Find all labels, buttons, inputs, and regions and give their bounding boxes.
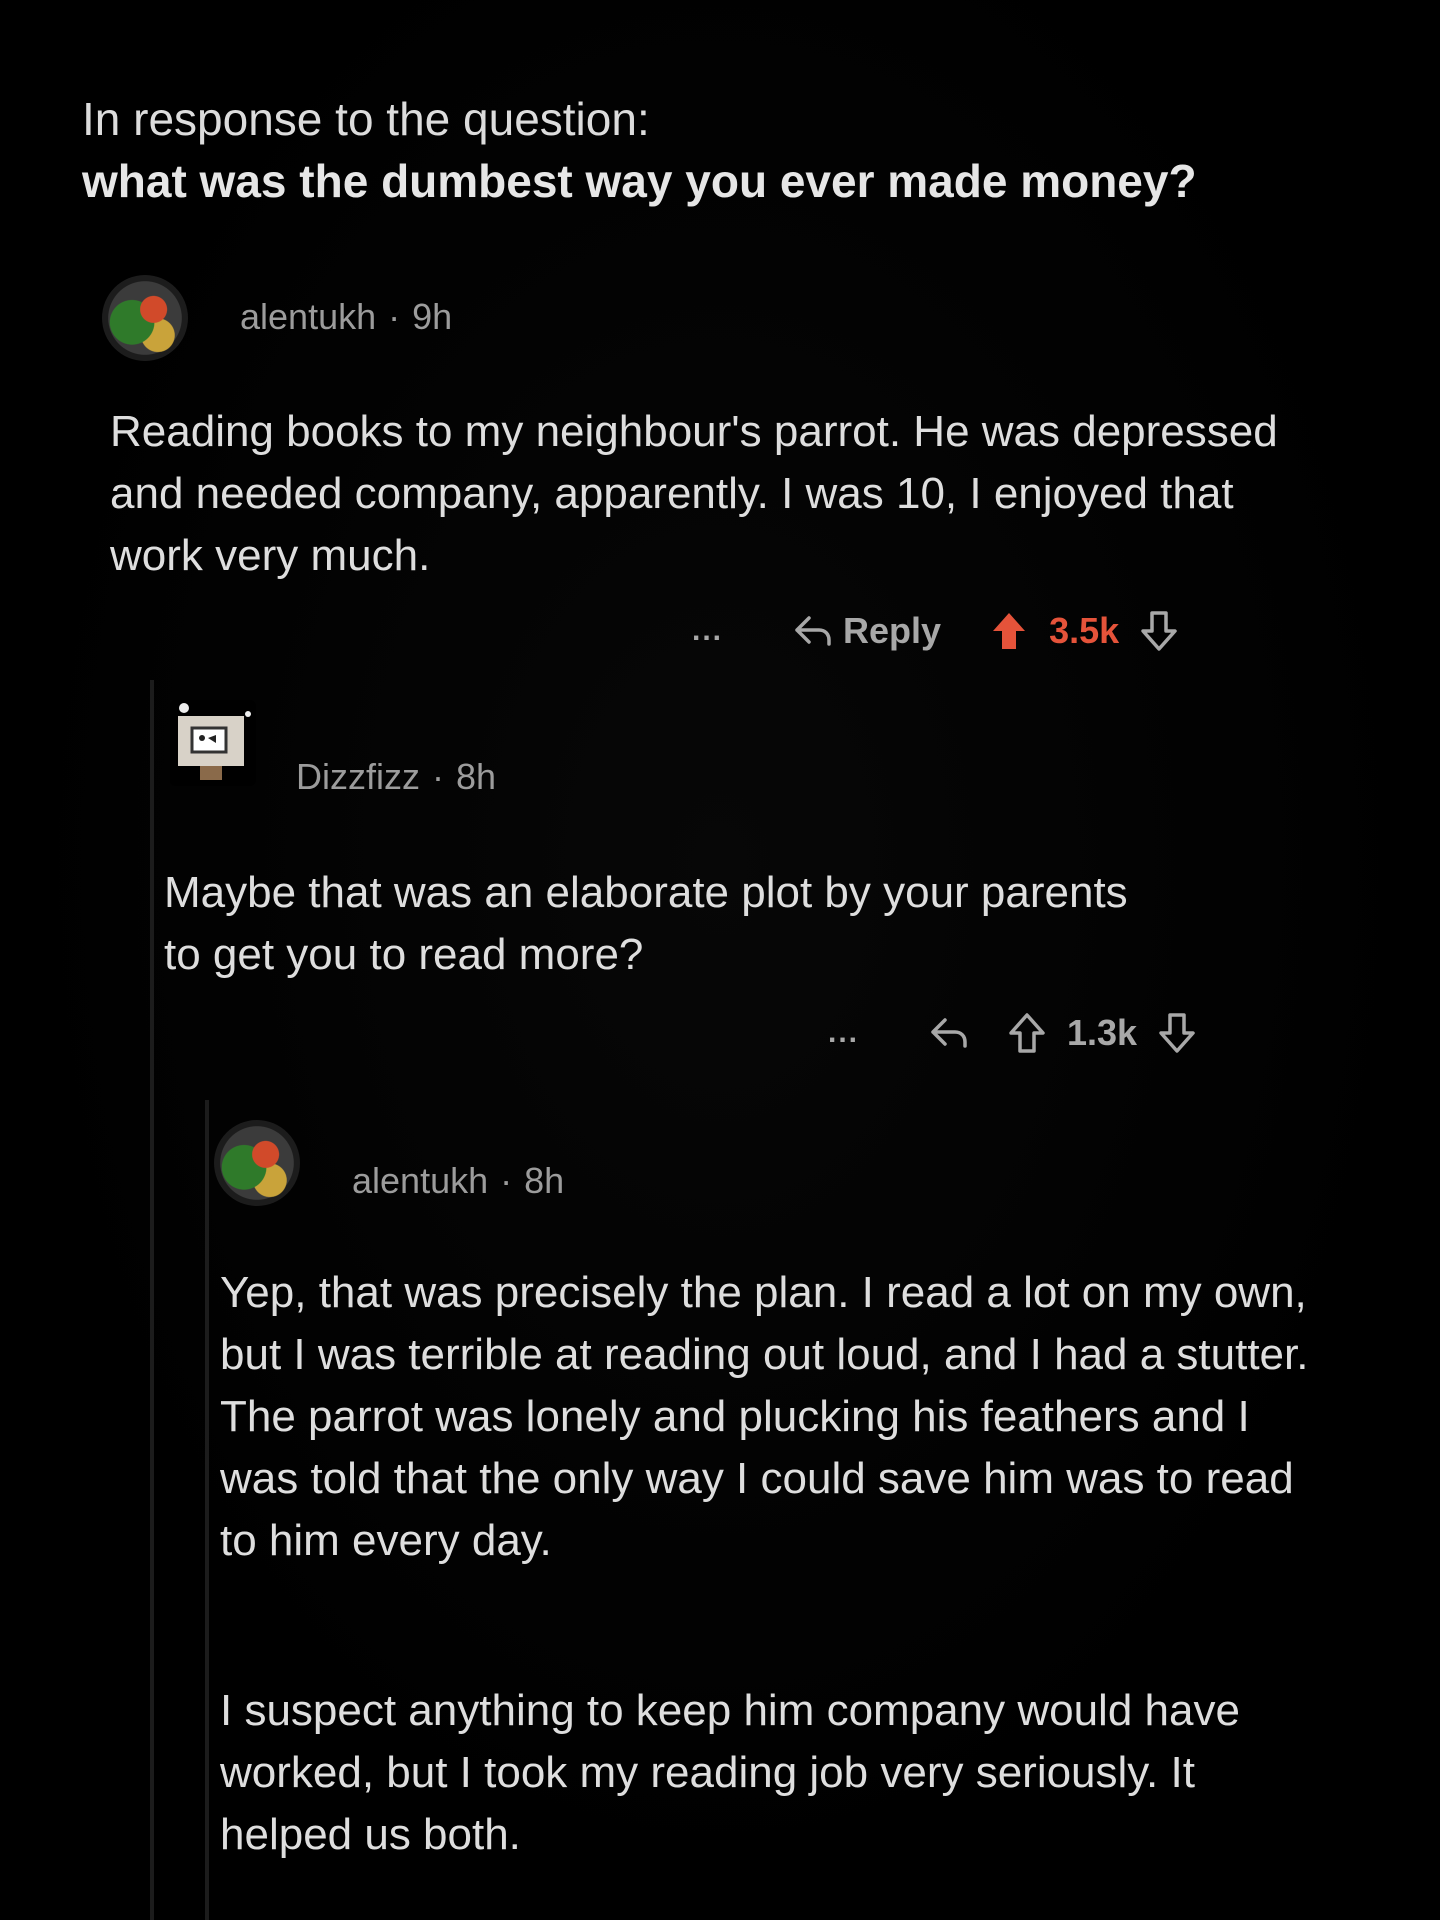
comment-meta: alentukh · 9h — [240, 296, 452, 338]
reply-arrow-icon — [929, 1016, 969, 1050]
screenshot-canvas: In response to the question: what was th… — [0, 0, 1440, 1920]
username[interactable]: Dizzfizz — [296, 756, 420, 798]
question-intro: In response to the question: — [82, 93, 650, 145]
timestamp: 8h — [456, 756, 497, 797]
reply-label: Reply — [843, 610, 942, 651]
comment-body: Maybe that was an elaborate plot by your… — [164, 868, 1128, 979]
upvote-arrow-icon[interactable] — [991, 611, 1027, 651]
thread-line[interactable] — [205, 1100, 209, 1920]
more-options-button[interactable]: ... — [692, 614, 723, 648]
vote-count: 1.3k — [1067, 1012, 1138, 1053]
separator-dot: · — [432, 756, 444, 797]
vote-count: 3.5k — [1049, 610, 1120, 651]
robot-avatar-icon[interactable] — [170, 700, 256, 786]
reply-button[interactable]: Reply — [793, 610, 941, 652]
parrot-avatar-icon[interactable] — [214, 1120, 300, 1206]
question-text: what was the dumbest way you ever made m… — [82, 155, 1197, 207]
username[interactable]: alentukh — [352, 1160, 488, 1202]
timestamp: 8h — [524, 1160, 565, 1201]
upvote-arrow-icon[interactable] — [1009, 1013, 1045, 1053]
comment-meta: alentukh · 8h — [352, 1160, 564, 1202]
more-options-button[interactable]: ... — [828, 1016, 859, 1050]
separator-dot: · — [388, 296, 401, 337]
thread-line[interactable] — [150, 680, 154, 1920]
downvote-arrow-icon[interactable] — [1141, 611, 1177, 651]
separator-dot: · — [500, 1160, 513, 1201]
comment-body: Reading books to my neighbour's parrot. … — [110, 407, 1278, 580]
comment-body-paragraph: I suspect anything to keep him company w… — [220, 1686, 1240, 1859]
vote-controls: 3.5k — [991, 610, 1177, 652]
comment-meta: Dizzfizz · 8h — [296, 756, 496, 798]
comment-actions: ... Reply 3.5k — [692, 610, 1177, 652]
vote-controls: 1.3k — [1009, 1012, 1195, 1054]
reply-arrow-icon — [793, 614, 833, 648]
username[interactable]: alentukh — [240, 296, 376, 338]
reply-button[interactable] — [929, 1016, 969, 1050]
downvote-arrow-icon[interactable] — [1159, 1013, 1195, 1053]
comment-actions: ... 1.3k — [828, 1012, 1195, 1054]
parrot-avatar-icon[interactable] — [102, 275, 188, 361]
comment-body-paragraph: Yep, that was precisely the plan. I read… — [220, 1268, 1309, 1565]
question-header: In response to the question: what was th… — [82, 88, 1342, 212]
timestamp: 9h — [412, 296, 453, 337]
